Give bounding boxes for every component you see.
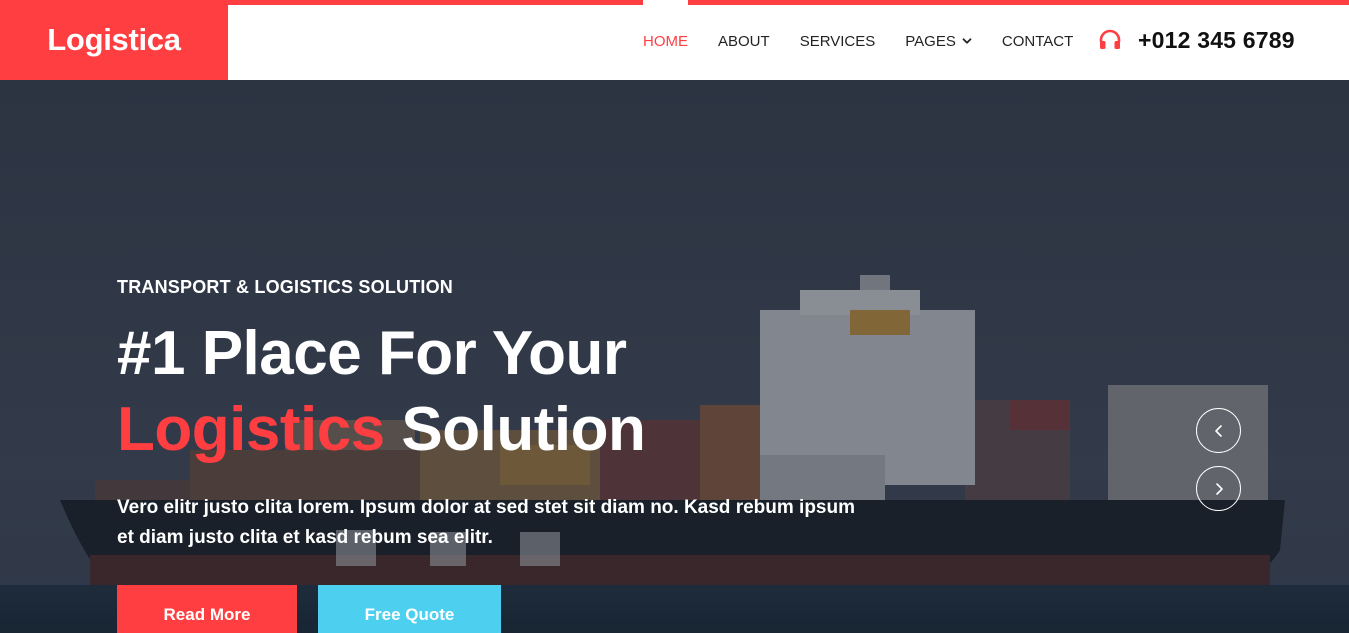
- free-quote-label: Free Quote: [364, 605, 455, 624]
- hero-carousel: TRANSPORT & LOGISTICS SOLUTION #1 Place …: [0, 80, 1349, 633]
- nav-contact[interactable]: CONTACT: [1002, 0, 1073, 80]
- carousel-next-button[interactable]: [1196, 466, 1241, 511]
- chevron-right-icon: [1215, 482, 1223, 495]
- nav-services[interactable]: SERVICES: [800, 0, 876, 80]
- free-quote-button[interactable]: Free Quote: [318, 585, 501, 633]
- header-phone[interactable]: +012 345 6789: [1098, 0, 1295, 80]
- phone-number: +012 345 6789: [1138, 26, 1295, 53]
- nav-pages-dropdown[interactable]: PAGES: [905, 0, 972, 80]
- nav-home[interactable]: HOME: [643, 0, 688, 80]
- read-more-button[interactable]: Read More: [117, 585, 297, 633]
- read-more-label: Read More: [163, 605, 251, 624]
- hero-headline-line1: #1 Place For Your: [117, 319, 627, 388]
- hero-kicker: TRANSPORT & LOGISTICS SOLUTION: [117, 277, 454, 297]
- header-accent-bar: [228, 0, 643, 5]
- hero-headline-rest: Solution: [401, 395, 646, 464]
- brand-name: Logistica: [47, 22, 181, 57]
- nav-pages-label: PAGES: [905, 32, 956, 50]
- chevron-left-icon: [1214, 424, 1222, 437]
- headphones-icon: [1098, 28, 1122, 52]
- nav-about[interactable]: ABOUT: [718, 0, 770, 80]
- chevron-down-icon: [962, 38, 972, 44]
- site-header: Logistica HOME ABOUT SERVICES PAGES CONT…: [0, 0, 1349, 80]
- brand-logo[interactable]: Logistica: [0, 0, 228, 80]
- nav-services-label: SERVICES: [799, 32, 876, 50]
- nav-home-label: HOME: [643, 32, 688, 50]
- carousel-prev-button[interactable]: [1196, 408, 1241, 453]
- hero-headline: #1 Place For Your Logistics Solution: [117, 316, 646, 468]
- nav-contact-label: CONTACT: [1001, 32, 1074, 50]
- nav-about-label: ABOUT: [718, 32, 770, 50]
- hero-headline-accent: Logistics: [117, 395, 385, 464]
- main-nav: HOME ABOUT SERVICES PAGES CONTACT: [643, 0, 1073, 80]
- hero-lead-text: Vero elitr justo clita lorem. Ipsum dolo…: [117, 497, 855, 548]
